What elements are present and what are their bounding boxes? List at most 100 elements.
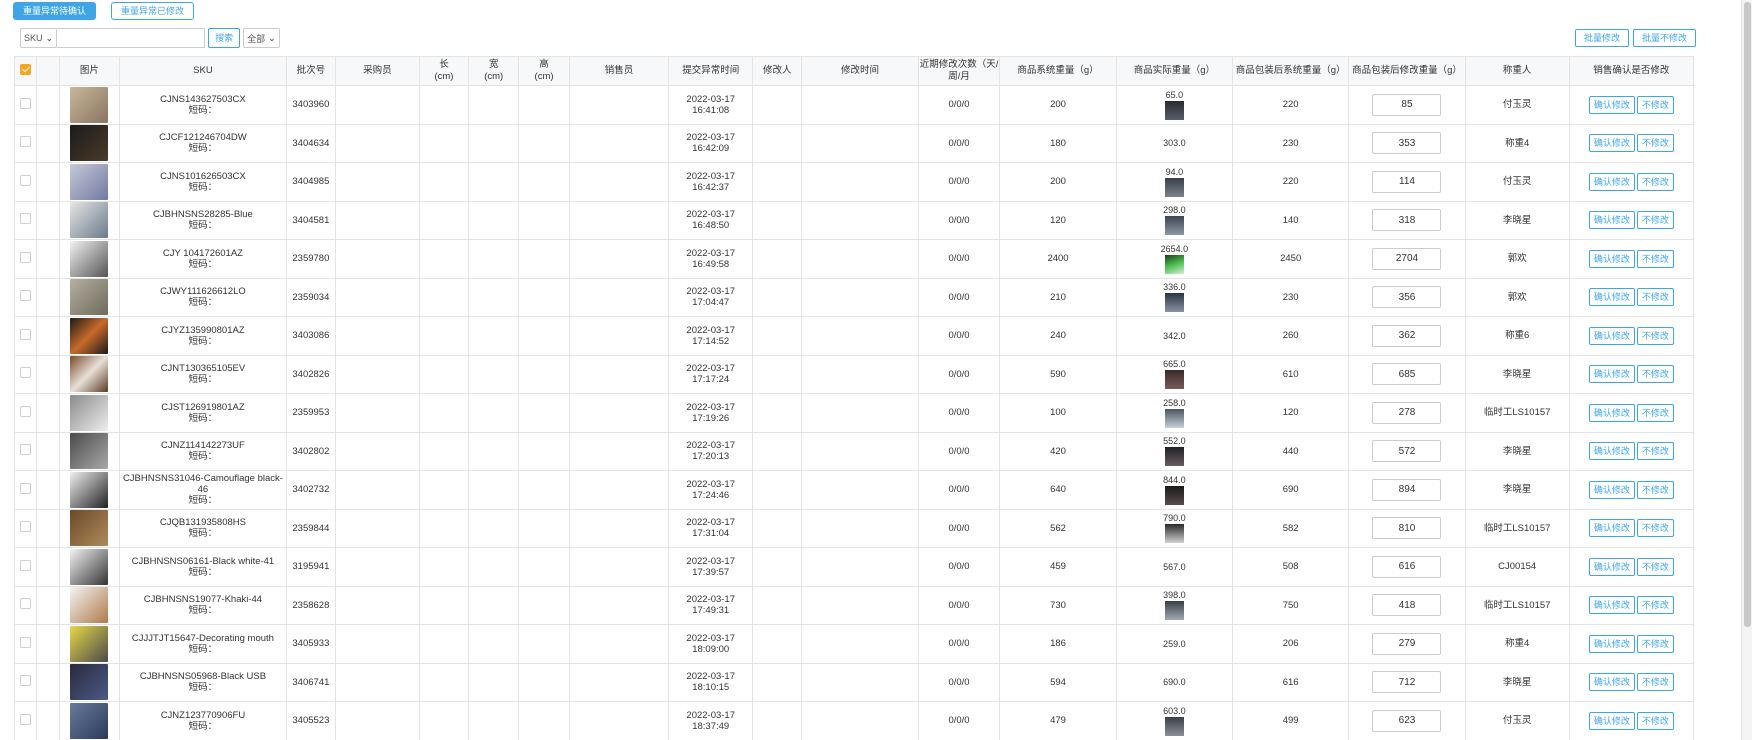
product-thumbnail[interactable] [70,587,109,624]
search-button[interactable]: 搜索 [208,28,241,48]
batch-modify-button[interactable]: 批量修改 [1574,29,1629,47]
pkg-modified-weight-input[interactable] [1372,93,1442,116]
product-thumbnail[interactable] [70,317,109,354]
row-checkbox[interactable] [20,559,32,571]
no-modify-button[interactable]: 不修改 [1636,442,1674,461]
no-modify-button[interactable]: 不修改 [1636,211,1674,230]
confirm-modify-button[interactable]: 确认修改 [1588,134,1635,153]
search-input[interactable] [57,28,206,48]
weighing-photo[interactable] [1164,100,1184,120]
no-modify-button[interactable]: 不修改 [1636,95,1674,114]
batch-no-modify-button[interactable]: 批量不修改 [1632,29,1696,47]
weighing-photo[interactable] [1164,370,1184,390]
no-modify-button[interactable]: 不修改 [1636,557,1674,576]
confirm-modify-button[interactable]: 确认修改 [1588,519,1635,538]
pkg-modified-weight-input[interactable] [1372,209,1442,232]
row-checkbox[interactable] [20,290,32,302]
weighing-photo[interactable] [1164,216,1184,236]
weighing-photo[interactable] [1164,716,1184,736]
weighing-photo[interactable] [1164,601,1184,621]
row-checkbox[interactable] [20,174,32,186]
confirm-modify-button[interactable]: 确认修改 [1588,673,1635,692]
no-modify-button[interactable]: 不修改 [1636,634,1674,653]
product-thumbnail[interactable] [70,86,109,123]
row-checkbox[interactable] [20,213,32,225]
confirm-modify-button[interactable]: 确认修改 [1588,480,1635,499]
field-select[interactable]: SKU ⌄ [20,28,58,48]
pkg-modified-weight-input[interactable] [1372,324,1442,347]
row-checkbox[interactable] [20,328,32,340]
confirm-modify-button[interactable]: 确认修改 [1588,634,1635,653]
confirm-modify-button[interactable]: 确认修改 [1588,211,1635,230]
no-modify-button[interactable]: 不修改 [1636,519,1674,538]
weighing-photo[interactable] [1164,293,1184,313]
row-checkbox[interactable] [20,251,32,263]
no-modify-button[interactable]: 不修改 [1636,249,1674,268]
pkg-modified-weight-input[interactable] [1372,632,1442,655]
tab-modified[interactable]: 重量异常已修改 [111,2,195,20]
select-all-checkbox[interactable] [20,63,32,75]
pkg-modified-weight-input[interactable] [1372,517,1442,540]
confirm-modify-button[interactable]: 确认修改 [1588,288,1635,307]
row-checkbox[interactable] [20,675,32,687]
product-thumbnail[interactable] [70,394,109,431]
pkg-modified-weight-input[interactable] [1372,363,1442,386]
weighing-photo[interactable] [1164,485,1184,505]
no-modify-button[interactable]: 不修改 [1636,134,1674,153]
row-checkbox[interactable] [20,136,32,148]
row-checkbox[interactable] [20,97,32,109]
confirm-modify-button[interactable]: 确认修改 [1588,403,1635,422]
confirm-modify-button[interactable]: 确认修改 [1588,365,1635,384]
pkg-modified-weight-input[interactable] [1372,671,1442,694]
product-thumbnail[interactable] [70,625,109,662]
product-thumbnail[interactable] [70,471,109,508]
pkg-modified-weight-input[interactable] [1372,132,1442,155]
no-modify-button[interactable]: 不修改 [1636,480,1674,499]
product-thumbnail[interactable] [70,702,109,739]
product-thumbnail[interactable] [70,202,109,239]
confirm-modify-button[interactable]: 确认修改 [1588,596,1635,615]
tab-pending[interactable]: 重量异常待确认 [13,2,97,20]
pkg-modified-weight-input[interactable] [1372,594,1442,617]
weighing-photo[interactable] [1164,254,1184,274]
pkg-modified-weight-input[interactable] [1372,247,1442,270]
pkg-modified-weight-input[interactable] [1372,401,1442,424]
row-checkbox[interactable] [20,482,32,494]
no-modify-button[interactable]: 不修改 [1636,711,1674,730]
product-thumbnail[interactable] [70,356,109,393]
pkg-modified-weight-input[interactable] [1372,286,1442,309]
confirm-modify-button[interactable]: 确认修改 [1588,442,1635,461]
product-thumbnail[interactable] [70,163,109,200]
no-modify-button[interactable]: 不修改 [1636,288,1674,307]
product-thumbnail[interactable] [70,548,109,585]
weighing-photo[interactable] [1164,447,1184,467]
confirm-modify-button[interactable]: 确认修改 [1588,557,1635,576]
scrollbar-thumb[interactable] [1744,2,1751,627]
pkg-modified-weight-input[interactable] [1372,440,1442,463]
pkg-modified-weight-input[interactable] [1372,709,1442,732]
product-thumbnail[interactable] [70,510,109,547]
product-thumbnail[interactable] [70,240,109,277]
scope-select[interactable]: 全部 ⌄ [243,28,280,48]
confirm-modify-button[interactable]: 确认修改 [1588,711,1635,730]
row-checkbox[interactable] [20,598,32,610]
product-thumbnail[interactable] [70,125,109,162]
pkg-modified-weight-input[interactable] [1372,170,1442,193]
row-checkbox[interactable] [20,713,32,725]
confirm-modify-button[interactable]: 确认修改 [1588,249,1635,268]
product-thumbnail[interactable] [70,664,109,701]
pkg-modified-weight-input[interactable] [1372,478,1442,501]
weighing-photo[interactable] [1164,524,1184,544]
no-modify-button[interactable]: 不修改 [1636,596,1674,615]
product-thumbnail[interactable] [70,279,109,316]
no-modify-button[interactable]: 不修改 [1636,172,1674,191]
no-modify-button[interactable]: 不修改 [1636,673,1674,692]
product-thumbnail[interactable] [70,433,109,470]
row-checkbox[interactable] [20,367,32,379]
no-modify-button[interactable]: 不修改 [1636,365,1674,384]
confirm-modify-button[interactable]: 确认修改 [1588,95,1635,114]
row-checkbox[interactable] [20,636,32,648]
no-modify-button[interactable]: 不修改 [1636,326,1674,345]
confirm-modify-button[interactable]: 确认修改 [1588,172,1635,191]
row-checkbox[interactable] [20,405,32,417]
